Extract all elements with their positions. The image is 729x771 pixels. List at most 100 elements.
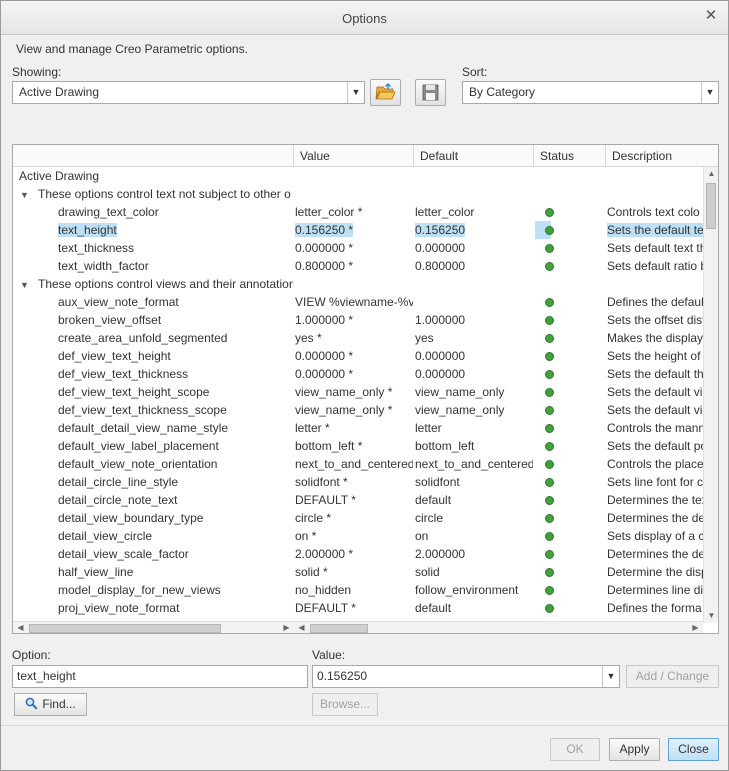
collapse-triangle-icon[interactable]: ▼ — [20, 186, 32, 203]
option-description-cell: Defines the forma — [607, 599, 703, 617]
details-scrollbar[interactable]: ◀ ▶ — [294, 621, 703, 633]
sort-dropdown[interactable]: By Category ▼ — [462, 81, 719, 104]
status-ok-icon — [545, 604, 554, 613]
details-scroll-thumb[interactable] — [310, 624, 368, 633]
close-icon[interactable]: ✕ — [704, 8, 718, 23]
add-change-button[interactable]: Add / Change — [626, 665, 719, 688]
find-label: Find... — [42, 697, 76, 711]
vertical-scroll-thumb[interactable] — [706, 183, 716, 229]
folder-open-icon — [375, 83, 396, 100]
scroll-down-icon[interactable]: ▼ — [704, 609, 718, 623]
group-row[interactable]: ▼ These options control text not subject … — [13, 185, 703, 203]
chevron-down-icon[interactable]: ▼ — [602, 666, 619, 687]
table-row[interactable]: text_width_factor 0.800000 * 0.800000 Sets … — [13, 257, 703, 275]
table-row[interactable]: detail_circle_line_style solidfont * solid… — [13, 473, 703, 491]
column-header-name[interactable] — [13, 145, 294, 167]
option-name-cell: default_view_label_placement — [13, 437, 293, 455]
table-row[interactable]: create_area_unfold_segmented yes * yes Make… — [13, 329, 703, 347]
status-ok-icon — [545, 208, 554, 217]
option-name: broken_view_offset — [58, 313, 162, 327]
option-default-cell: circle — [415, 509, 533, 527]
option-value: view_name_only * — [295, 403, 393, 417]
table-row[interactable]: text_thickness 0.000000 * 0.000000 Sets def… — [13, 239, 703, 257]
option-default: next_to_and_centered — [415, 457, 533, 471]
open-config-button[interactable] — [370, 79, 401, 106]
table-row[interactable]: broken_view_offset 1.000000 * 1.000000 Sets… — [13, 311, 703, 329]
option-description-cell: Makes the display — [607, 329, 703, 347]
find-button[interactable]: Find... — [14, 693, 87, 716]
option-default: 0.000000 — [415, 367, 466, 381]
option-input[interactable]: text_height — [12, 665, 308, 688]
option-value-cell: DEFAULT * — [295, 491, 413, 509]
vertical-scrollbar[interactable]: ▲ ▼ — [703, 167, 718, 623]
table-row[interactable]: aux_view_note_format VIEW %viewname-%vi De… — [13, 293, 703, 311]
option-value-cell: 0.000000 * — [295, 239, 413, 257]
status-ok-icon — [545, 460, 554, 469]
column-header-default[interactable]: Default — [414, 145, 534, 167]
name-column-scrollbar[interactable]: ◀ ▶ — [13, 621, 294, 633]
table-row[interactable]: proj_view_note_format DEFAULT * default Def… — [13, 599, 703, 617]
option-default-cell: 2.000000 — [415, 545, 533, 563]
option-value-cell: no_hidden — [295, 581, 413, 599]
option-name-cell: text_thickness — [13, 239, 293, 257]
scroll-right-icon[interactable]: ▶ — [279, 622, 294, 633]
table-row[interactable]: def_view_text_height_scope view_name_only… — [13, 383, 703, 401]
option-default-cell: bottom_left — [415, 437, 533, 455]
scroll-left-icon[interactable]: ◀ — [13, 622, 28, 633]
column-header-value[interactable]: Value — [294, 145, 414, 167]
option-name: create_area_unfold_segmented — [58, 331, 228, 345]
option-description-cell: Determines the tex — [607, 491, 703, 509]
table-row[interactable]: def_view_text_thickness 0.000000 * 0.00000… — [13, 365, 703, 383]
table-row[interactable]: def_view_text_thickness_scope view_name_o… — [13, 401, 703, 419]
table-row[interactable]: detail_view_boundary_type circle * circle D… — [13, 509, 703, 527]
table-row[interactable]: text_height 0.156250 * 0.156250 Sets the de… — [13, 221, 703, 239]
option-default: on — [415, 529, 429, 543]
apply-button[interactable]: Apply — [609, 738, 660, 761]
table-row[interactable]: drawing_text_color letter_color * letter_c… — [13, 203, 703, 221]
option-value: 2.000000 * — [295, 547, 354, 561]
table-row[interactable]: detail_view_scale_factor 2.000000 * 2.0000… — [13, 545, 703, 563]
category-row[interactable]: Active Drawing — [13, 167, 703, 185]
status-ok-icon — [545, 388, 554, 397]
column-header-status[interactable]: Status — [534, 145, 606, 167]
option-status-cell — [535, 581, 605, 599]
scroll-right-icon[interactable]: ▶ — [688, 622, 703, 633]
table-row[interactable]: model_display_for_new_views no_hidden foll… — [13, 581, 703, 599]
scroll-up-icon[interactable]: ▲ — [704, 167, 718, 181]
browse-button[interactable]: Browse... — [312, 693, 378, 716]
value-combobox[interactable]: 0.156250 ▼ — [312, 665, 620, 688]
save-config-button[interactable] — [415, 79, 446, 106]
table-row[interactable]: detail_view_circle on * on Sets display of … — [13, 527, 703, 545]
name-scroll-thumb[interactable] — [29, 624, 221, 633]
option-name: detail_view_circle — [58, 529, 153, 543]
option-status-cell — [535, 473, 605, 491]
option-default-cell: follow_environment — [415, 581, 533, 599]
ok-button[interactable]: OK — [550, 738, 600, 761]
title-bar: Options ✕ — [1, 1, 728, 35]
table-row[interactable]: default_view_label_placement bottom_left … — [13, 437, 703, 455]
option-default: view_name_only — [415, 403, 505, 417]
table-body: Active Drawing ▼ These options control tex… — [13, 167, 703, 617]
option-name-cell: create_area_unfold_segmented — [13, 329, 293, 347]
collapse-triangle-icon[interactable]: ▼ — [20, 276, 32, 293]
option-value: yes * — [295, 331, 322, 345]
option-status-cell — [535, 401, 605, 419]
status-ok-icon — [545, 334, 554, 343]
table-row[interactable]: half_view_line solid * solid Determine the … — [13, 563, 703, 581]
close-button[interactable]: Close — [668, 738, 719, 761]
table-row[interactable]: default_view_note_orientation next_to_and… — [13, 455, 703, 473]
option-description: Sets the height of — [607, 349, 701, 363]
value-field[interactable]: 0.156250 — [317, 669, 367, 683]
column-header-description[interactable]: Description — [606, 145, 718, 167]
option-value: 0.000000 * — [295, 241, 354, 255]
showing-dropdown[interactable]: Active Drawing ▼ — [12, 81, 365, 104]
scroll-left-icon[interactable]: ◀ — [294, 622, 309, 633]
option-default: 1.000000 — [415, 313, 466, 327]
group-row[interactable]: ▼ These options control views and their a… — [13, 275, 703, 293]
table-row[interactable]: default_detail_view_name_style letter * le… — [13, 419, 703, 437]
option-default-cell: view_name_only — [415, 383, 533, 401]
option-name: def_view_text_thickness_scope — [58, 403, 227, 417]
table-row[interactable]: detail_circle_note_text DEFAULT * default D… — [13, 491, 703, 509]
table-row[interactable]: def_view_text_height 0.000000 * 0.000000 Se… — [13, 347, 703, 365]
status-ok-icon — [545, 226, 554, 235]
